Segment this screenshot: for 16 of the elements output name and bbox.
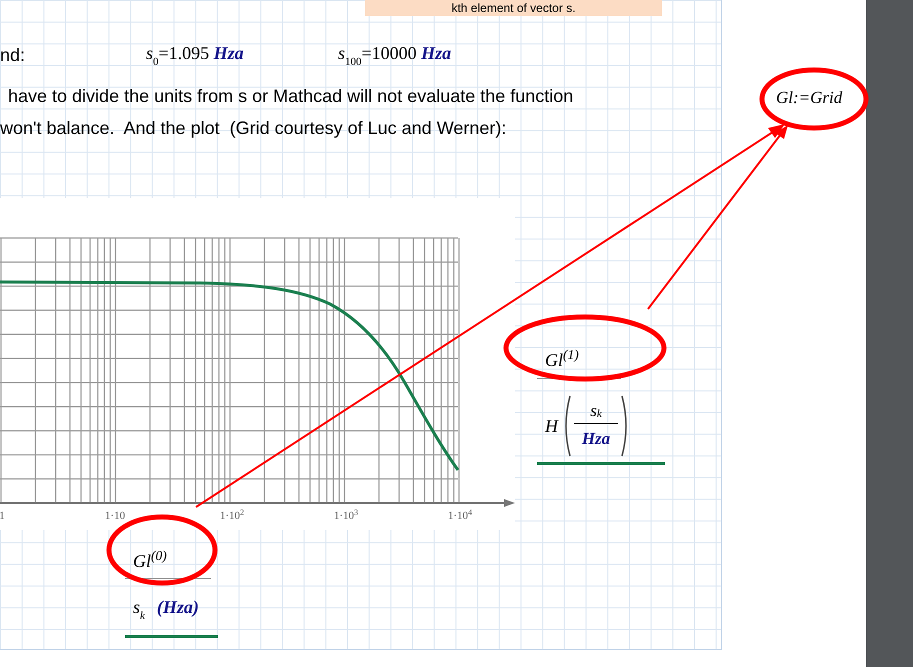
y-trace-label: Gl$^{(1)}$ <box>545 347 579 372</box>
x-tick-label: 1·10 <box>104 509 126 524</box>
y-expression: H s$_{k}$ Hza <box>545 395 631 457</box>
x-tick-label: 1·10$^{2}$ <box>220 508 244 524</box>
range-value: s$_{100}$=10000 Hza <box>338 42 452 67</box>
paragraph-line: won't balance. And the plot (Grid courtesy of Luc and Werner): <box>0 117 506 140</box>
grid-definition: Gl:=Grid <box>776 87 842 109</box>
x-tick-label: 1·10$^{3}$ <box>334 508 358 524</box>
note-text: kth element of vector s. <box>451 2 576 14</box>
x-tick-label: 1 <box>0 509 5 524</box>
x-expression: s$_{k}$ (Hza) <box>133 596 199 621</box>
x-tick-label: 1·10$^{4}$ <box>448 508 472 524</box>
paragraph-line: have to divide the units from s or Mathcad will not evaluate the function <box>8 85 574 108</box>
range-label: nd: <box>0 44 26 67</box>
x-trace-label: Gl$^{(0)}$ <box>133 548 167 573</box>
range-value: s$_{0}$=1.095 Hza <box>146 42 244 67</box>
